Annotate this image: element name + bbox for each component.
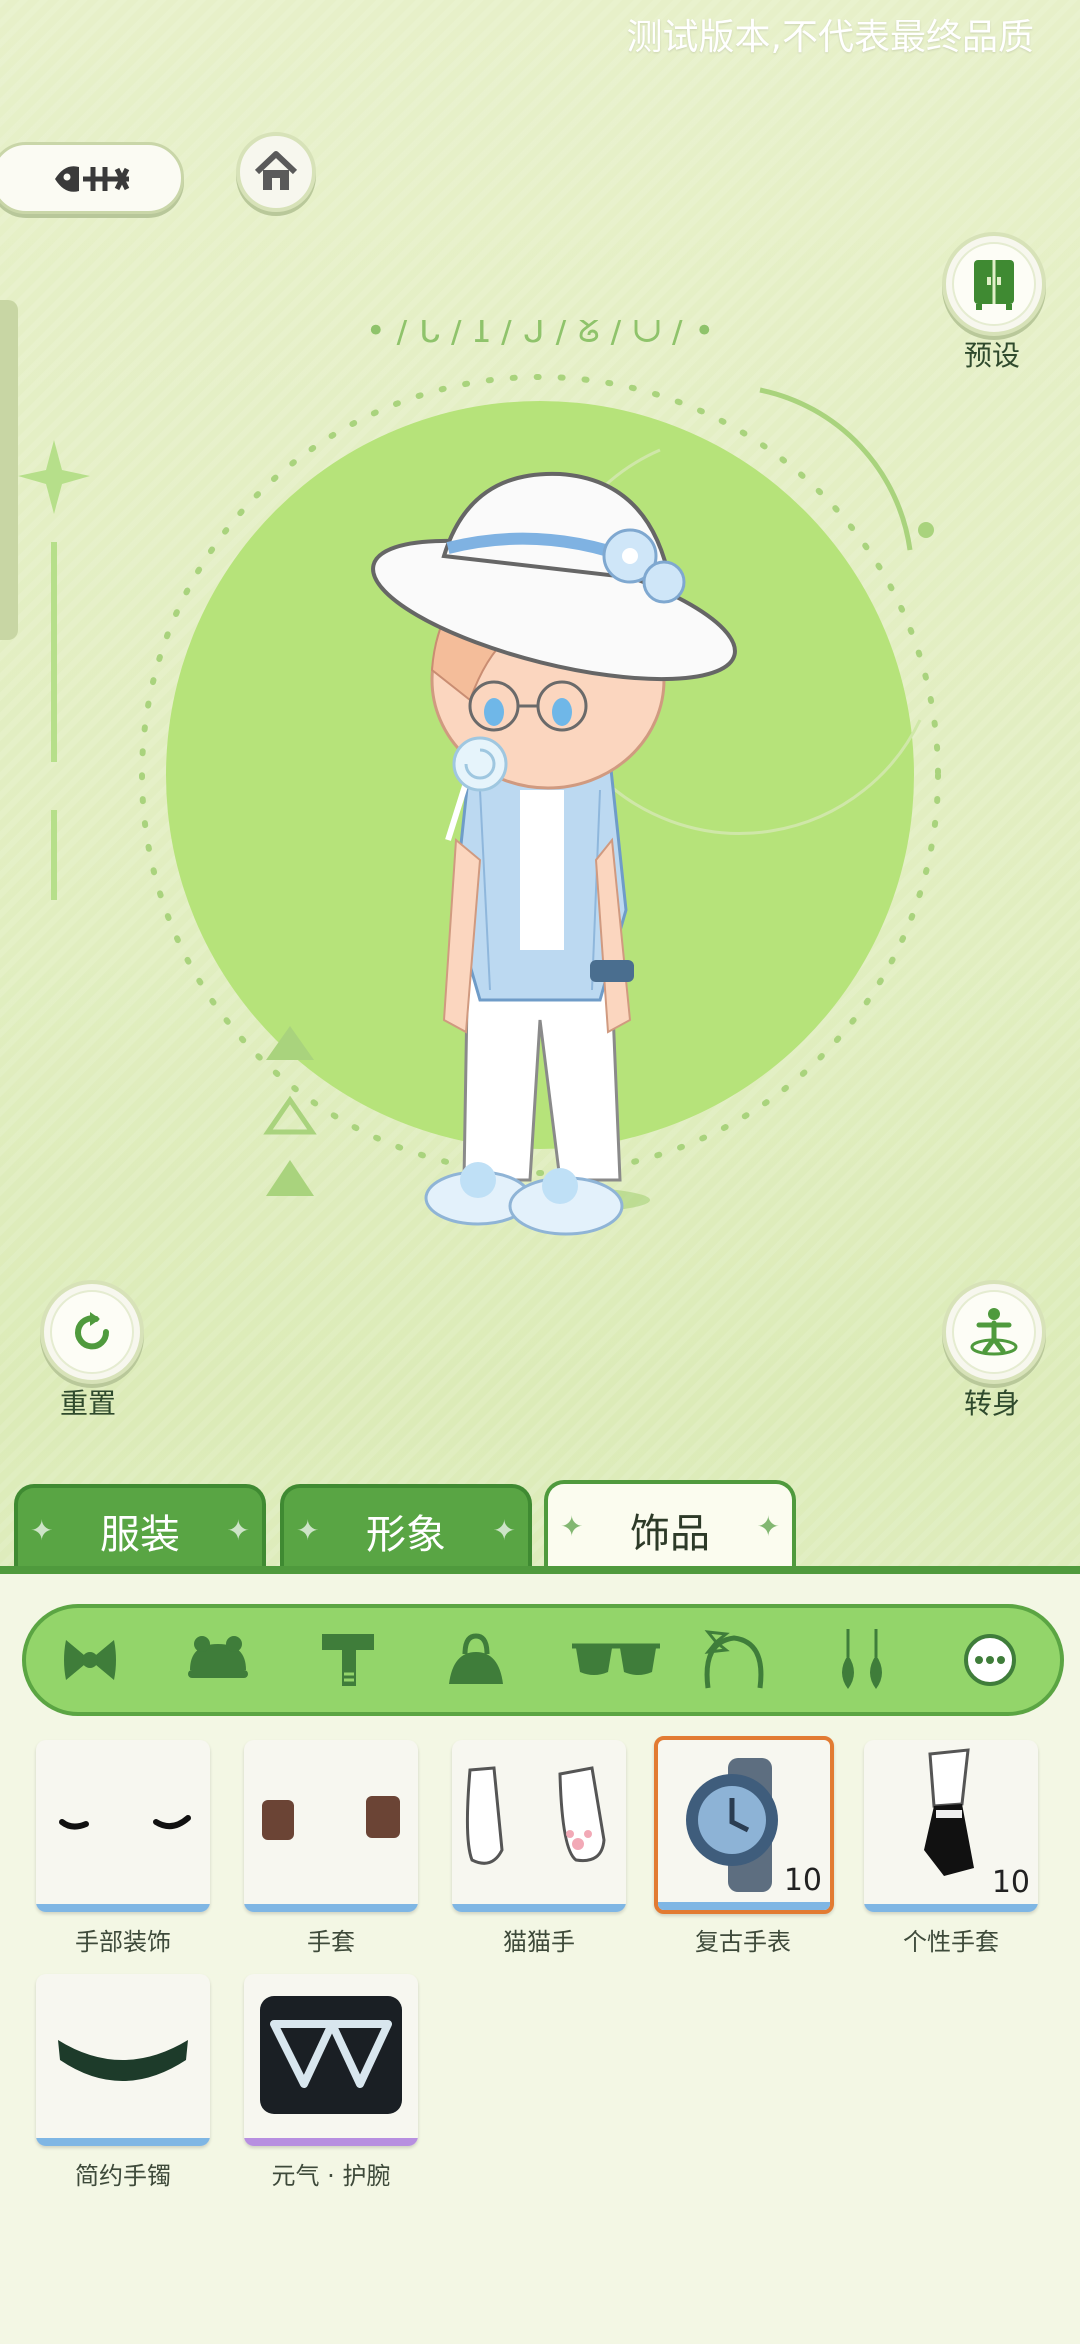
item-hand-decoration[interactable] bbox=[36, 1740, 210, 1912]
handbag-icon[interactable] bbox=[436, 1620, 516, 1700]
sparkle-icon: ✦ bbox=[756, 1510, 780, 1543]
hand-decoration-icon bbox=[59, 1815, 191, 1830]
tab-accessories[interactable]: ✦ 饰品 ✦ bbox=[544, 1480, 796, 1576]
tab-label: 服装 bbox=[100, 1512, 180, 1558]
energy-wristband-icon bbox=[260, 1996, 402, 2114]
item-label: 元气 · 护腕 bbox=[271, 2162, 391, 2190]
sparkle-icon: ✦ bbox=[30, 1514, 54, 1547]
frog-hat-icon[interactable] bbox=[178, 1620, 258, 1700]
rarity-bar bbox=[658, 1902, 830, 1910]
rarity-bar bbox=[452, 1904, 626, 1912]
wardrobe-icon bbox=[974, 260, 1014, 310]
tab-clothing[interactable]: ✦ 服装 ✦ bbox=[14, 1484, 266, 1574]
headband-icon[interactable] bbox=[694, 1620, 774, 1700]
item-label: 手部装饰 bbox=[75, 1928, 171, 1956]
item-personal-gloves[interactable]: 10 bbox=[864, 1740, 1038, 1912]
character-stage: • / ᒐ / ⵊ / ᒍ / ᘜ / ᗜ / • bbox=[18, 320, 941, 1236]
rarity-bar bbox=[244, 1904, 418, 1912]
scarf-icon[interactable] bbox=[308, 1620, 388, 1700]
turn-around-label: 转身 bbox=[963, 1387, 1020, 1420]
item-cat-paws[interactable] bbox=[452, 1740, 626, 1912]
bow-icon[interactable] bbox=[50, 1620, 130, 1700]
item-label: 猫猫手 bbox=[503, 1928, 575, 1956]
tab-label: 形象 bbox=[366, 1512, 446, 1558]
rarity-bar bbox=[36, 2138, 210, 2146]
earrings-icon[interactable] bbox=[822, 1620, 902, 1700]
home-button[interactable] bbox=[236, 132, 316, 212]
item-label: 复古手表 bbox=[695, 1928, 791, 1956]
item-energy-wristband[interactable] bbox=[244, 1974, 418, 2146]
rotate-reset-icon bbox=[75, 1312, 110, 1350]
tab-label: 饰品 bbox=[630, 1511, 710, 1557]
tabs-divider bbox=[0, 1566, 1080, 1574]
rarity-bar bbox=[864, 1904, 1038, 1912]
item-gloves[interactable] bbox=[244, 1740, 418, 1912]
rarity-bar bbox=[244, 2138, 418, 2146]
item-label: 简约手镯 bbox=[75, 2162, 171, 2190]
turn-around-button[interactable] bbox=[942, 1280, 1046, 1384]
item-label: 个性手套 bbox=[903, 1928, 999, 1956]
back-button[interactable] bbox=[0, 142, 184, 214]
gloves-icon bbox=[262, 1796, 400, 1840]
sparkle-icon: ✦ bbox=[560, 1510, 584, 1543]
sunglasses-icon[interactable] bbox=[566, 1620, 666, 1700]
more-icon[interactable] bbox=[950, 1620, 1030, 1700]
cat-paws-icon bbox=[465, 1766, 606, 1865]
rarity-bar bbox=[36, 1904, 210, 1912]
sparkle-icon: ✦ bbox=[296, 1514, 320, 1547]
sparkle-icon: ✦ bbox=[492, 1514, 516, 1547]
turn-around-icon bbox=[970, 1308, 1018, 1356]
item-vintage-watch[interactable]: 10 bbox=[654, 1736, 834, 1914]
item-simple-bracelet[interactable] bbox=[36, 1974, 210, 2146]
quantity-badge: 10 bbox=[783, 1863, 822, 1898]
test-version-watermark: 测试版本,不代表最终品质 bbox=[626, 17, 1034, 58]
reset-button[interactable] bbox=[40, 1280, 144, 1384]
category-bar bbox=[22, 1604, 1064, 1716]
svg-text:• / ᒐ / ⵊ / ᒍ / ᘜ / ᗜ / •: • / ᒐ / ⵊ / ᒍ / ᘜ / ᗜ / • bbox=[366, 320, 715, 351]
simple-bracelet-icon bbox=[58, 2040, 188, 2081]
quantity-badge: 10 bbox=[991, 1865, 1030, 1900]
tab-appearance[interactable]: ✦ 形象 ✦ bbox=[280, 1484, 532, 1574]
fishbone-back-icon bbox=[55, 166, 130, 192]
home-icon bbox=[254, 151, 298, 190]
item-label: 手套 bbox=[307, 1928, 355, 1956]
sparkle-icon: ✦ bbox=[226, 1514, 250, 1547]
reset-label: 重置 bbox=[59, 1387, 116, 1420]
